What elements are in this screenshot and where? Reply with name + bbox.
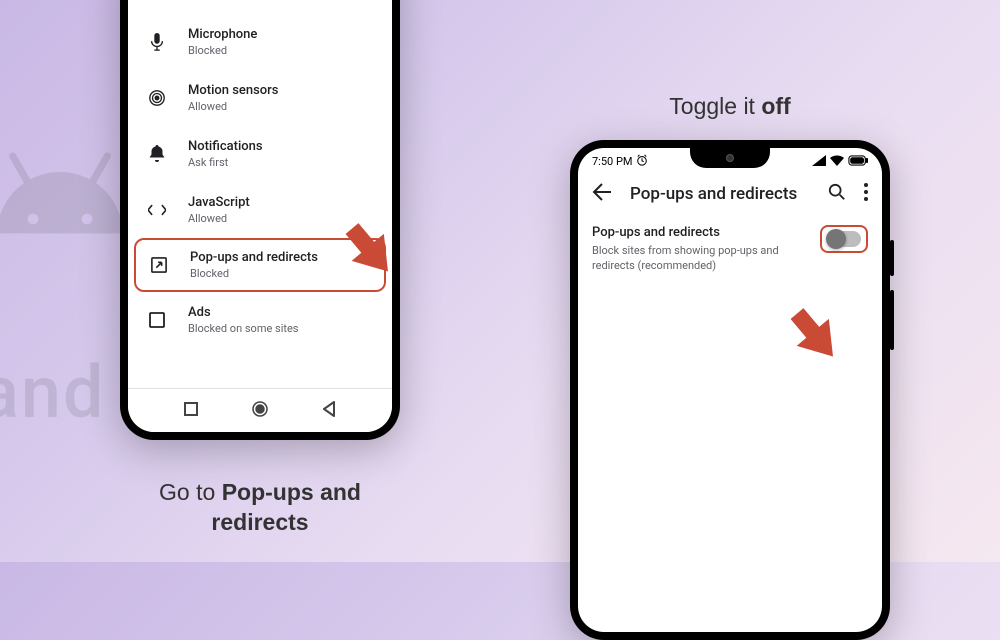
battery-icon [848, 155, 868, 169]
android-text-bg: and [0, 350, 105, 435]
setting-motion[interactable]: Motion sensors Allowed [128, 70, 392, 126]
wifi-icon [830, 155, 844, 169]
setting-notifications-sub: Ask first [188, 156, 263, 169]
setting-notifications[interactable]: Notifications Ask first [128, 126, 392, 182]
popup-setting-desc: Block sites from showing pop-ups and red… [592, 243, 810, 274]
nav-home-icon[interactable] [251, 400, 269, 422]
setting-javascript-sub: Allowed [188, 212, 250, 225]
caption-left: Go to Pop-ups and redirects [140, 478, 380, 538]
phone-volume-button [890, 240, 894, 276]
status-time: 7:50 PM [592, 155, 632, 168]
setting-camera-sub: Ask first [188, 0, 233, 1]
toggle-thumb [826, 229, 846, 249]
popup-setting-title: Pop-ups and redirects [592, 225, 810, 240]
setting-notifications-title: Notifications [188, 139, 263, 154]
phone-power-button [890, 290, 894, 350]
popup-icon [146, 257, 172, 273]
setting-javascript-title: JavaScript [188, 195, 250, 210]
setting-microphone[interactable]: Microphone Blocked [128, 14, 392, 70]
site-settings-list: Camera Ask first Microphone Blocked [128, 0, 392, 348]
app-bar: Pop-ups and redirects [578, 173, 882, 215]
phone-left-screen: Camera Ask first Microphone Blocked [128, 0, 392, 432]
nav-recent-icon[interactable] [184, 401, 198, 420]
phone-notch [690, 148, 770, 168]
setting-popups-sub: Blocked [190, 267, 318, 280]
setting-ads-sub: Blocked on some sites [188, 322, 299, 335]
setting-motion-title: Motion sensors [188, 83, 278, 98]
app-bar-title: Pop-ups and redirects [630, 184, 810, 204]
javascript-icon [144, 203, 170, 217]
popup-toggle[interactable] [827, 231, 861, 247]
nav-back-icon[interactable] [322, 401, 336, 421]
phone-right-screen: 7:50 PM Pop-ups and red [578, 148, 882, 632]
setting-motion-sub: Allowed [188, 100, 278, 113]
search-icon[interactable] [828, 183, 846, 205]
setting-popups-title: Pop-ups and redirects [190, 250, 318, 265]
setting-camera[interactable]: Camera Ask first [128, 0, 392, 14]
popup-redirect-setting[interactable]: Pop-ups and redirects Block sites from s… [592, 225, 868, 274]
setting-ads-title: Ads [188, 305, 299, 320]
setting-microphone-title: Microphone [188, 27, 257, 42]
android-nav-bar [128, 388, 392, 432]
microphone-icon [144, 33, 170, 51]
caption-right: Toggle it off [620, 92, 840, 122]
phone-right: 7:50 PM Pop-ups and red [570, 140, 890, 640]
setting-ads[interactable]: Ads Blocked on some sites [128, 292, 392, 348]
back-icon[interactable] [592, 183, 612, 205]
more-icon[interactable] [864, 183, 868, 205]
bell-icon [144, 145, 170, 163]
popup-toggle-highlight [820, 225, 868, 253]
signal-icon [812, 155, 826, 169]
alarm-icon [636, 154, 648, 169]
ads-icon [144, 312, 170, 328]
setting-microphone-sub: Blocked [188, 44, 257, 57]
motion-icon [144, 89, 170, 107]
